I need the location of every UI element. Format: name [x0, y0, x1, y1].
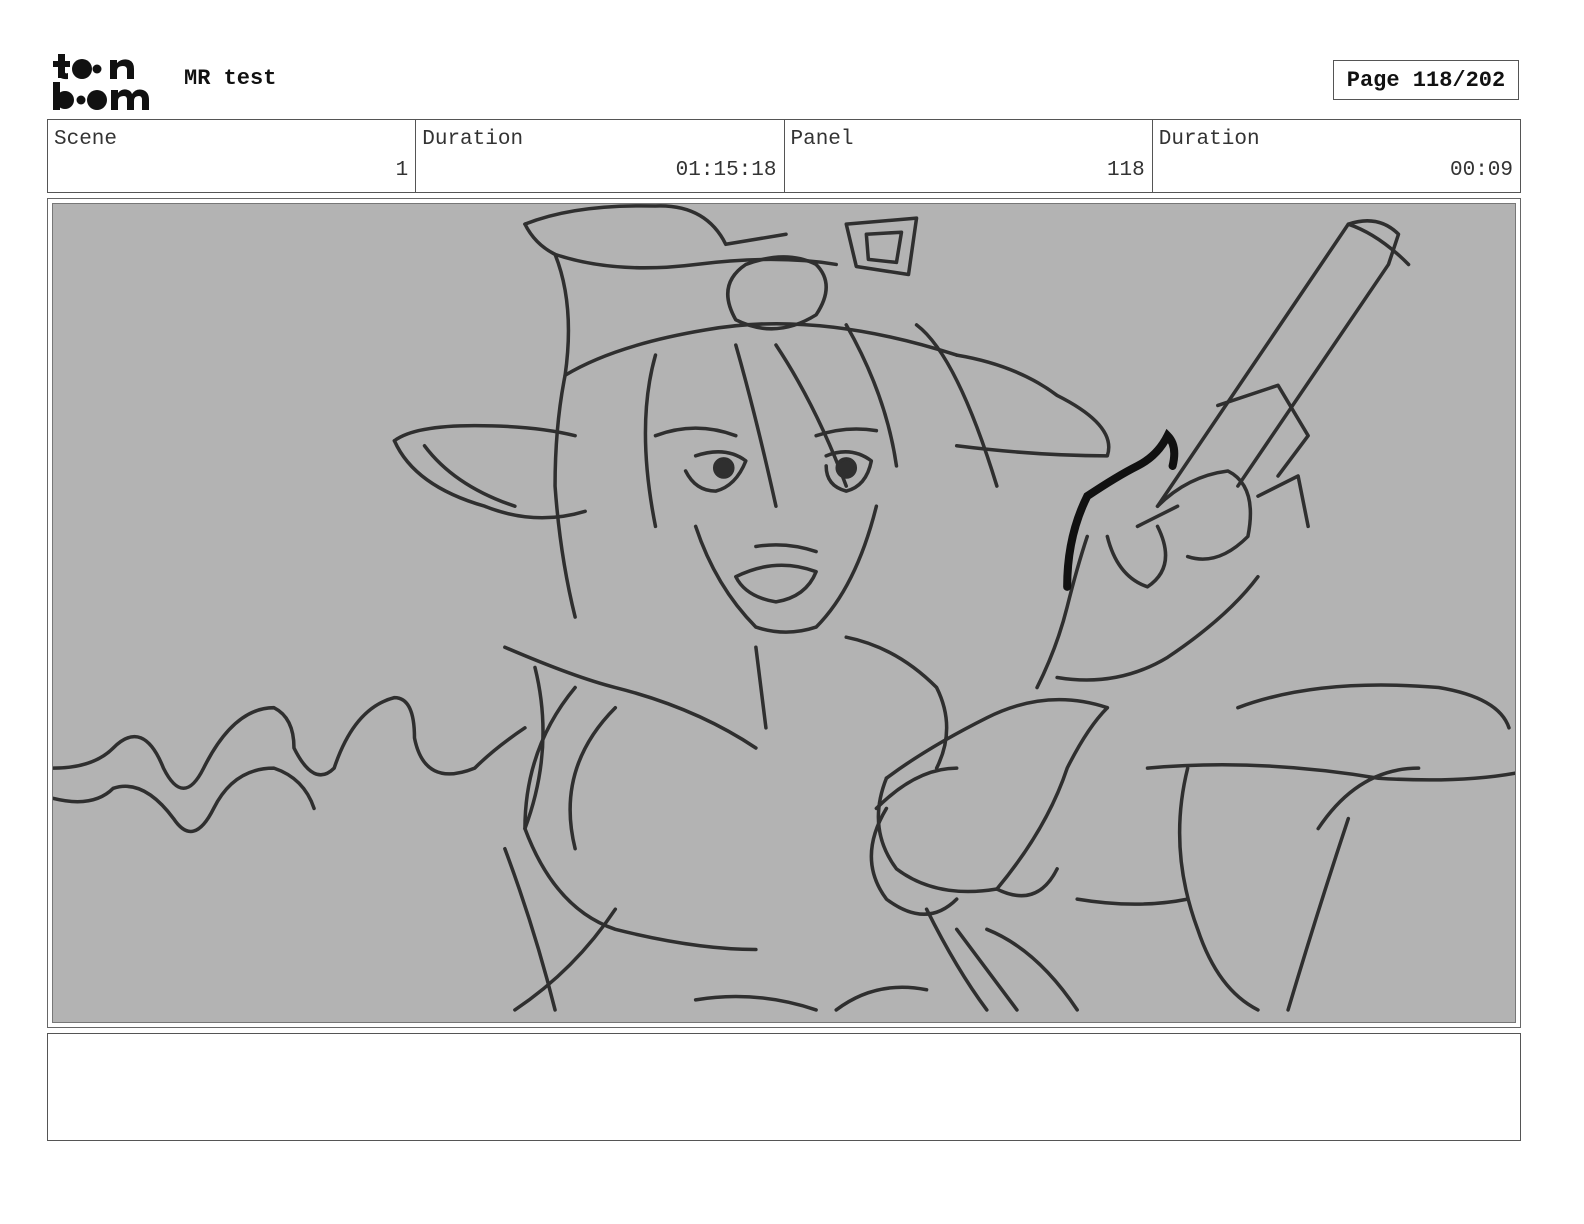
- panel-duration-value: 00:09: [1449, 159, 1513, 182]
- storyboard-panel-frame: [47, 198, 1521, 1028]
- scene-duration-value: 01:15:18: [675, 159, 777, 182]
- panel-notes-box: [47, 1033, 1521, 1141]
- panel-value: 118: [1106, 159, 1145, 182]
- scene-cell: Scene 1: [48, 120, 417, 192]
- toonboom-logo: [52, 52, 164, 112]
- project-title: MR test: [184, 66, 277, 91]
- panel-label: Panel: [790, 128, 854, 151]
- panel-info-table: Scene 1 Duration 01:15:18 Panel 118 Dura…: [47, 119, 1521, 193]
- scene-duration-cell: Duration 01:15:18: [416, 120, 785, 192]
- scene-value: 1: [395, 159, 409, 182]
- panel-duration-cell: Duration 00:09: [1153, 120, 1520, 192]
- panel-duration-label: Duration: [1158, 128, 1260, 151]
- panel-cell: Panel 118: [785, 120, 1153, 192]
- sketch-drawing: [53, 204, 1515, 1012]
- scene-duration-label: Duration: [422, 128, 524, 151]
- page-indicator: Page 118/202: [1333, 60, 1519, 100]
- storyboard-panel-image: [52, 203, 1516, 1023]
- scene-label: Scene: [54, 128, 118, 151]
